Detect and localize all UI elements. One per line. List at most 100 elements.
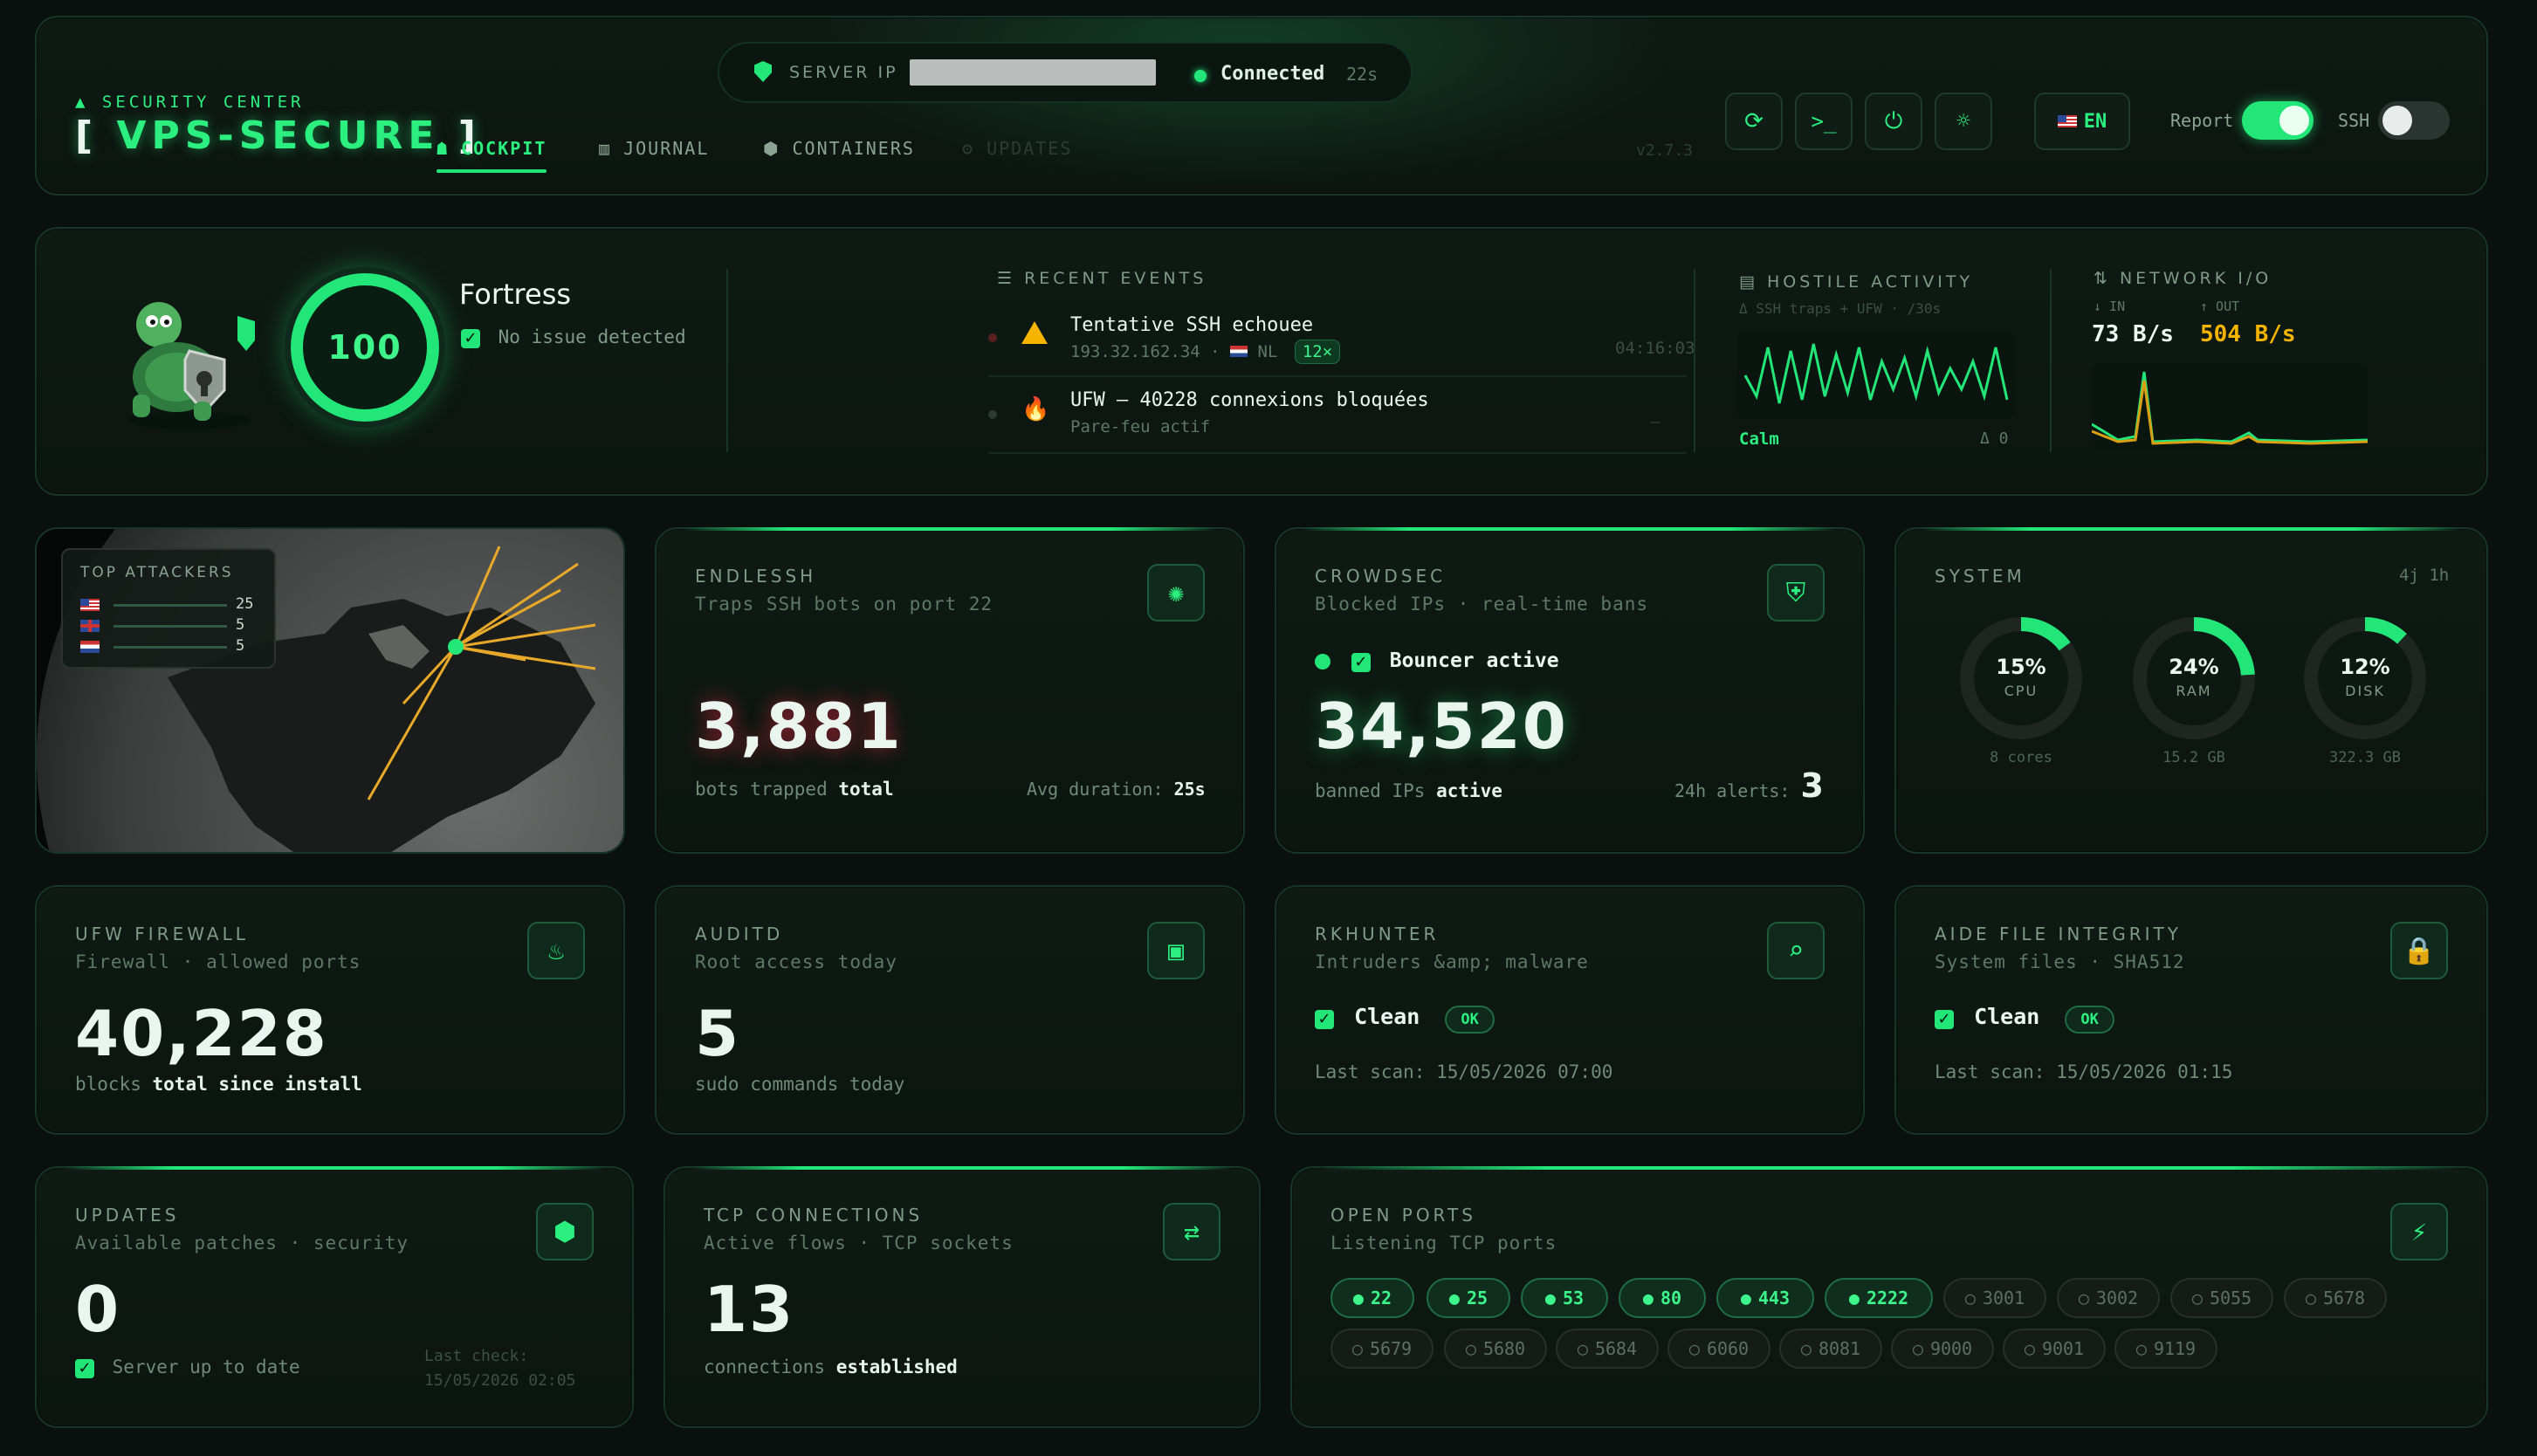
port-badge[interactable]: ○ 3002 — [2057, 1278, 2160, 1318]
attacker-count: 5 — [236, 616, 245, 634]
endlessh-caption: bots trapped total — [695, 779, 894, 800]
circle-icon: ○ — [1465, 1338, 1476, 1359]
hostile-state: Calm — [1739, 429, 1779, 449]
aide-card[interactable]: AIDE FILE INTEGRITY System files · SHA51… — [1894, 885, 2488, 1135]
ssh-toggle[interactable] — [2378, 101, 2450, 140]
network-out-value: 504 B/s — [2200, 321, 2296, 347]
network-in-value: 73 B/s — [2092, 321, 2174, 347]
port-badge[interactable]: ● 2222 — [1825, 1278, 1933, 1318]
rkhunter-card[interactable]: RKHUNTER Intruders &amp; malware ⌕ ✓ Cle… — [1275, 885, 1865, 1135]
card-subtitle: Listening TCP ports — [1330, 1233, 1557, 1253]
status-dot: ● — [1740, 1288, 1751, 1308]
turtle-mascot — [107, 290, 272, 438]
port-badge[interactable]: ○ 5680 — [1444, 1329, 1547, 1369]
check-icon: ✓ — [1315, 1009, 1334, 1029]
port-badge[interactable]: ○ 5055 — [2170, 1278, 2273, 1318]
status-strip: 100 Fortress ✓ No issue detected ☰ RECEN… — [35, 227, 2488, 496]
attacker-count: 5 — [236, 637, 245, 655]
port-badge[interactable]: ○ 9119 — [2114, 1329, 2217, 1369]
disk-value: 12% — [2340, 655, 2390, 679]
hostile-delta: Δ 0 — [1980, 429, 2009, 448]
card-subtitle: Active flows · TCP sockets — [704, 1233, 1014, 1253]
rkhunter-status: ✓ Clean OK — [1315, 1004, 1495, 1034]
us-flag-icon — [80, 599, 100, 611]
refresh-button[interactable]: ⟳ — [1725, 93, 1783, 150]
port-badge[interactable]: ● 25 — [1427, 1278, 1510, 1318]
events-title: ☰ RECENT EVENTS — [997, 269, 1207, 288]
divider — [1694, 269, 1695, 452]
port-badge[interactable]: ● 80 — [1619, 1278, 1706, 1318]
event-row[interactable]: Tentative SSH echouee 193.32.162.34 · NL… — [988, 304, 1695, 377]
tab-journal[interactable]: ▥ JOURNAL — [599, 138, 709, 159]
tab-containers[interactable]: ⬢ CONTAINERS — [763, 138, 915, 159]
updates-card[interactable]: UPDATES Available patches · security ⬢ 0… — [35, 1166, 634, 1428]
network-title: ⇅ NETWORK I/O — [2094, 269, 2272, 288]
port-badge[interactable]: ○ 5684 — [1556, 1329, 1659, 1369]
terminal-button[interactable]: >_ — [1795, 93, 1853, 150]
lock-icon: 🔒 — [2390, 922, 2448, 979]
card-title: UFW FIREWALL — [75, 924, 249, 944]
aide-last-scan: Last scan: 15/05/2026 01:15 — [1935, 1061, 2233, 1082]
language-button[interactable]: EN — [2034, 93, 2130, 150]
gear-icon: ⚙ — [962, 138, 987, 159]
event-time: 04:16:03 — [1615, 339, 1695, 358]
event-time: — — [1650, 412, 1660, 431]
bouncer-status: ✓ Bouncer active — [1315, 649, 1559, 672]
connection-age: 22s — [1346, 64, 1379, 85]
card-subtitle: Available patches · security — [75, 1233, 409, 1253]
attacker-row: 25 — [80, 595, 264, 615]
card-subtitle: System files · SHA512 — [1935, 951, 2185, 972]
status-dot: ● — [1642, 1288, 1654, 1308]
ufw-card[interactable]: UFW FIREWALL Firewall · allowed ports ♨ … — [35, 885, 625, 1135]
security-level: Fortress — [459, 278, 572, 311]
rocket-icon: ☗ — [437, 138, 462, 159]
server-ip-redacted — [910, 59, 1156, 86]
circle-icon: ○ — [1800, 1338, 1812, 1359]
circle-icon: ○ — [1688, 1338, 1700, 1359]
crowdsec-card[interactable]: CROWDSEC Blocked IPs · real-time bans ⛨ … — [1275, 527, 1865, 854]
network-chart — [2091, 363, 2369, 450]
card-title: UPDATES — [75, 1205, 180, 1226]
endlessh-card[interactable]: ENDLESSH Traps SSH bots on port 22 ✺ 3,8… — [655, 527, 1245, 854]
plug-icon: ⚡ — [2390, 1203, 2448, 1260]
report-toggle[interactable] — [2242, 101, 2314, 140]
event-row[interactable]: 🔥 UFW — 40228 connexions bloquées Pare-f… — [988, 381, 1687, 454]
attack-map-card: TOP ATTACKERS 25 5 5 — [35, 527, 625, 854]
tab-updates[interactable]: ⚙ UPDATES — [962, 138, 1072, 159]
open-ports-card[interactable]: OPEN PORTS Listening TCP ports ⚡ ● 22 ● 25… — [1290, 1166, 2488, 1428]
top-attackers-panel: TOP ATTACKERS 25 5 5 — [61, 548, 276, 669]
port-badge[interactable]: ○ 9001 — [2003, 1329, 2106, 1369]
card-title: RKHUNTER — [1315, 924, 1440, 944]
connection-status: Connected — [1220, 63, 1325, 85]
report-label: Report — [2170, 110, 2234, 131]
card-title: TCP CONNECTIONS — [704, 1205, 924, 1226]
auditd-card[interactable]: AUDITD Root access today ▣ 5 sudo comman… — [655, 885, 1245, 1135]
port-badge[interactable]: ○ 5679 — [1330, 1329, 1434, 1369]
network-out-label: ↑ OUT — [2200, 299, 2240, 314]
eyebrow: ▲ SECURITY CENTER — [75, 93, 305, 112]
disk-gauge: 12% DISK — [2300, 613, 2430, 744]
shield-icon — [754, 61, 772, 82]
tcp-card[interactable]: TCP CONNECTIONS Active flows · TCP socke… — [663, 1166, 1261, 1428]
tab-cockpit[interactable]: ☗ COCKPIT — [437, 138, 547, 173]
ufw-caption: blocks total since install — [75, 1074, 362, 1095]
port-badge[interactable]: ○ 8081 — [1779, 1329, 1882, 1369]
theme-button[interactable]: ☼ — [1935, 93, 1992, 150]
circle-icon: ○ — [2305, 1288, 2316, 1308]
event-title: Tentative SSH echouee — [1070, 314, 1314, 336]
port-badge[interactable]: ● 53 — [1521, 1278, 1608, 1318]
port-badge[interactable]: ○ 5678 — [2284, 1278, 2387, 1318]
system-card[interactable]: SYSTEM 4j 1h 15% CPU 8 cores 24% RAM 15.… — [1894, 527, 2488, 854]
endlessh-value: 3,881 — [695, 690, 903, 763]
port-badge[interactable]: ○ 3001 — [1943, 1278, 2046, 1318]
cpu-detail: 8 cores — [1990, 749, 2052, 766]
power-button[interactable]: ⏻ — [1865, 93, 1922, 150]
uptime: 4j 1h — [2399, 566, 2450, 585]
port-badge[interactable]: ○ 9000 — [1891, 1329, 1994, 1369]
ram-value: 24% — [2169, 655, 2219, 679]
event-detail: Pare-feu actif — [1070, 417, 1211, 436]
port-badge[interactable]: ● 443 — [1716, 1278, 1814, 1318]
card-title: CROWDSEC — [1315, 566, 1447, 587]
port-badge[interactable]: ○ 6060 — [1667, 1329, 1770, 1369]
port-badge[interactable]: ● 22 — [1330, 1278, 1414, 1318]
